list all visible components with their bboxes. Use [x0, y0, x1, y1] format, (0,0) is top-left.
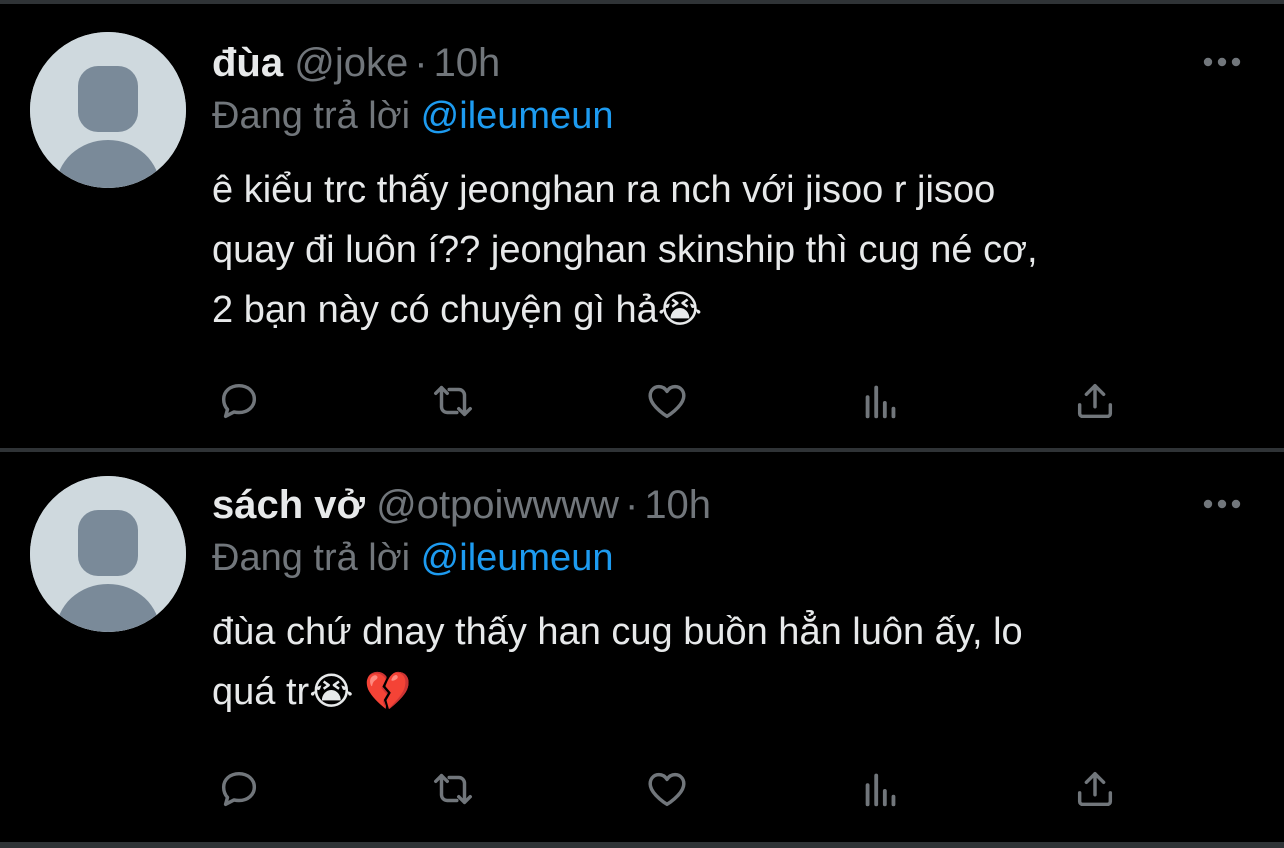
default-avatar-icon	[30, 476, 186, 632]
action-bar	[212, 762, 1132, 818]
replying-to: Đang trả lời @ileumeun	[212, 532, 613, 584]
mention-link[interactable]: @ileumeun	[421, 537, 614, 579]
like-button[interactable]	[640, 762, 694, 816]
user-handle[interactable]: @otpoiwwww	[376, 483, 619, 527]
replying-to-label: Đang trả lời	[212, 95, 411, 137]
retweet-button[interactable]	[426, 762, 480, 816]
tweet-text-line: đùa chứ dnay thấy han cug buồn hẳn luôn …	[212, 611, 1023, 653]
display-name[interactable]: sách vở	[212, 483, 365, 527]
analytics-icon	[865, 773, 896, 807]
reply-icon	[221, 383, 257, 419]
separator-dot: ·	[414, 41, 428, 85]
display-name[interactable]: đùa	[212, 41, 283, 85]
more-icon	[1203, 57, 1241, 67]
more-button[interactable]	[1202, 494, 1242, 514]
retweet-icon	[434, 773, 472, 805]
more-icon	[1203, 499, 1241, 509]
timestamp[interactable]: 10h	[644, 483, 711, 527]
tweet-text-line: quá tr😭 💔	[212, 671, 412, 713]
reply-button[interactable]	[212, 762, 266, 816]
avatar[interactable]	[30, 476, 186, 632]
default-avatar-icon	[30, 32, 186, 188]
share-icon	[1077, 383, 1113, 419]
like-button[interactable]	[640, 374, 694, 428]
share-icon	[1077, 771, 1113, 807]
more-button[interactable]	[1202, 52, 1242, 72]
share-button[interactable]	[1068, 762, 1122, 816]
retweet-icon	[434, 385, 472, 417]
tweet-header: sách vở @otpoiwwww · 10h	[212, 480, 711, 530]
tweet-header: đùa @joke · 10h	[212, 38, 500, 88]
analytics-icon	[865, 385, 896, 419]
tweet-text-line: quay đi luôn í?? jeonghan skinship thì c…	[212, 229, 1038, 271]
replying-to-label: Đang trả lời	[212, 537, 411, 579]
retweet-button[interactable]	[426, 374, 480, 428]
user-handle[interactable]: @joke	[294, 41, 408, 85]
reply-button[interactable]	[212, 374, 266, 428]
tweet-divider	[0, 842, 1284, 848]
mention-link[interactable]: @ileumeun	[421, 95, 614, 137]
reply-icon	[221, 771, 257, 807]
heart-icon	[648, 772, 686, 807]
replying-to: Đang trả lời @ileumeun	[212, 90, 613, 142]
tweet-text-line: ê kiểu trc thấy jeonghan ra nch với jiso…	[212, 169, 996, 211]
share-button[interactable]	[1068, 374, 1122, 428]
views-button[interactable]	[854, 762, 908, 816]
tweet-text: ê kiểu trc thấy jeonghan ra nch với jiso…	[212, 160, 1232, 340]
tweet[interactable]: đùa @joke · 10h Đang trả lời @ileumeun ê k…	[0, 4, 1284, 448]
separator-dot: ·	[624, 483, 639, 527]
tweet[interactable]: sách vở @otpoiwwww · 10h Đang trả lời @ile…	[0, 452, 1284, 842]
views-button[interactable]	[854, 374, 908, 428]
tweet-text: đùa chứ dnay thấy han cug buồn hẳn luôn …	[212, 602, 1232, 722]
tweet-text-line: 2 bạn này có chuyện gì hả😭	[212, 289, 703, 331]
heart-icon	[648, 384, 686, 419]
avatar[interactable]	[30, 32, 186, 188]
timestamp[interactable]: 10h	[434, 41, 501, 85]
action-bar	[212, 374, 1132, 430]
